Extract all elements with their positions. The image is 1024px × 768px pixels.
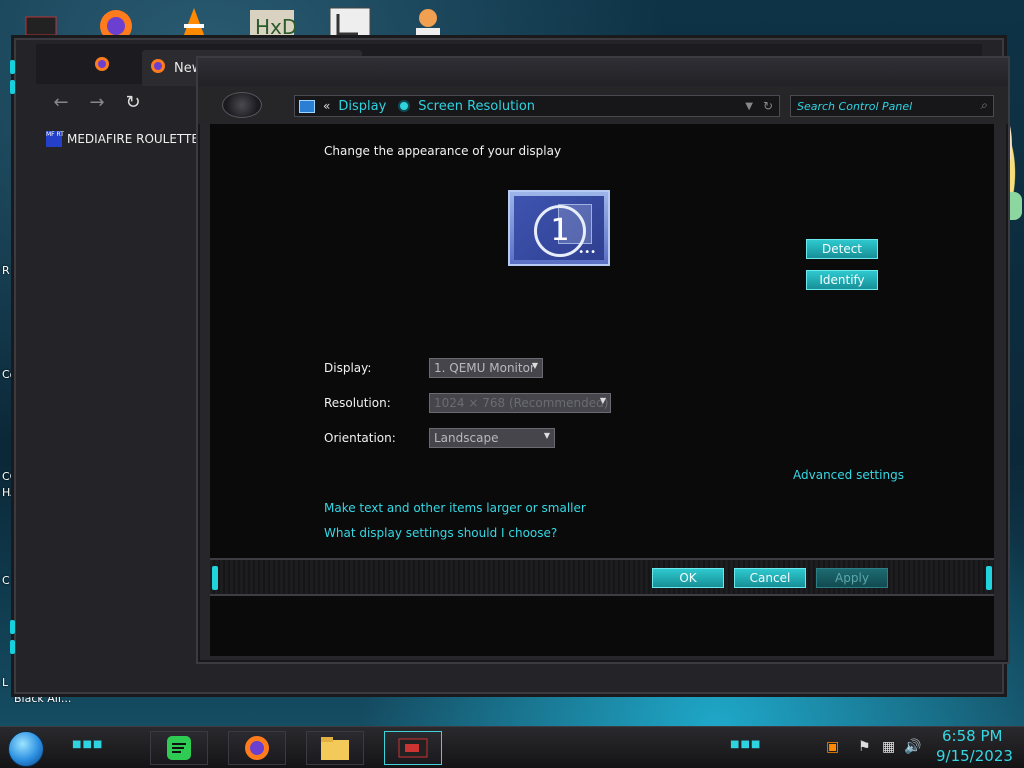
firefox-icon [150,58,166,78]
resolution-value: 1024 × 768 (Recommended) [434,396,609,410]
taskbar-decor: ■■■ [72,739,104,750]
breadcrumb-separator-icon [400,102,409,110]
search-input[interactable]: Search Control Panel ⌕ [790,95,994,117]
breadcrumb-display[interactable]: Display [338,99,386,114]
chevron-down-icon: ▼ [543,431,550,440]
resolution-label: Resolution: [324,396,391,410]
bar-accent [212,566,218,590]
tray-app-icon[interactable]: ▣ [826,739,839,755]
ok-button[interactable]: OK [652,568,724,588]
volume-icon[interactable]: 🔊 [904,739,921,755]
chevron-down-icon[interactable]: ▼ [745,101,753,112]
display-settings-help-link[interactable]: What display settings should I choose? [324,526,557,540]
monitor-1-icon[interactable]: 1 ••• [508,190,610,266]
folder-icon [321,737,349,760]
cancel-button[interactable]: Cancel [734,568,806,588]
svg-text:HxD: HxD [255,15,295,39]
text-size-link[interactable]: Make text and other items larger or smal… [324,501,586,515]
desktop-label[interactable]: C [2,574,10,587]
firefox-icon [245,736,269,760]
screen-resolution-window: « Display Screen Resolution ▼ ↻ Search C… [196,56,1010,664]
frame-accent [10,620,15,634]
display-value: 1. QEMU Monitor [434,361,535,375]
reload-icon[interactable]: ↻ [120,90,146,116]
orientation-label: Orientation: [324,431,396,445]
bookmark-mediafire-roulette[interactable]: MF RT MEDIAFIRE ROULETTE!!! [46,128,206,150]
desktop-label[interactable]: R [2,264,10,277]
address-area: « Display Screen Resolution ▼ ↻ Search C… [198,86,1008,124]
clock-date[interactable]: 9/15/2023 [936,747,1013,765]
dialog-button-bar: OK Cancel Apply [210,558,994,596]
bar-accent [986,566,992,590]
display-select[interactable]: 1. QEMU Monitor ▼ [429,358,543,378]
screen-resolution-content: Change the appearance of your display 1 … [210,124,994,656]
network-icon[interactable]: ▦ [882,739,895,755]
chevron-down-icon: ▼ [599,396,606,405]
frame-accent [10,60,15,74]
page-title: Change the appearance of your display [324,144,562,158]
orientation-select[interactable]: Landscape ▼ [429,428,555,448]
bookmark-label: MEDIAFIRE ROULETTE!!! [67,132,206,146]
search-placeholder: Search Control Panel [797,100,913,113]
breadcrumb-screen-resolution[interactable]: Screen Resolution [418,99,535,114]
control-panel-monitor-icon [299,99,315,113]
mediafire-icon: MF RT [46,131,64,147]
back-arrow-icon[interactable]: ← [48,90,74,116]
firefox-tab-icon[interactable] [94,56,110,76]
orientation-value: Landscape [434,431,499,445]
back-forward-orb-icon[interactable] [222,92,262,118]
apply-button[interactable]: Apply [816,568,888,588]
detect-button[interactable]: Detect [806,239,878,259]
search-icon[interactable]: ⌕ [980,98,987,113]
window-titlebar[interactable] [198,58,1008,86]
frame-accent [10,80,15,94]
display-label: Display: [324,361,372,375]
advanced-settings-link[interactable]: Advanced settings [793,468,904,482]
spotify-icon [167,736,191,760]
taskbar-spotify[interactable] [150,731,208,765]
forward-arrow-icon[interactable]: → [84,90,110,116]
chevron-down-icon: ▼ [531,361,538,370]
browser-navbar: ← → ↻ [36,84,212,120]
clock-time[interactable]: 6:58 PM [942,727,1002,745]
taskbar-file-explorer[interactable] [306,731,364,765]
breadcrumb-chevrons[interactable]: « [323,99,330,113]
address-bar[interactable]: « Display Screen Resolution ▼ ↻ [294,95,780,117]
flag-icon[interactable]: ⚑ [858,739,871,755]
monitor-dots: ••• [578,247,596,258]
taskbar-control-panel[interactable] [384,731,442,765]
taskbar-decor: ■■■ [730,739,762,750]
taskbar-firefox[interactable] [228,731,286,765]
resolution-select[interactable]: 1024 × 768 (Recommended) ▼ [429,393,611,413]
taskbar: ■■■ ■■■ ▣ ⚑ ▦ 🔊 [0,726,1024,768]
desktop-label[interactable]: L [2,676,8,689]
start-button[interactable] [8,731,44,767]
control-panel-icon [398,738,428,758]
identify-button[interactable]: Identify [806,270,878,290]
refresh-icon[interactable]: ↻ [763,99,773,113]
frame-accent [10,640,15,654]
monitor-screen: 1 ••• [514,196,604,260]
